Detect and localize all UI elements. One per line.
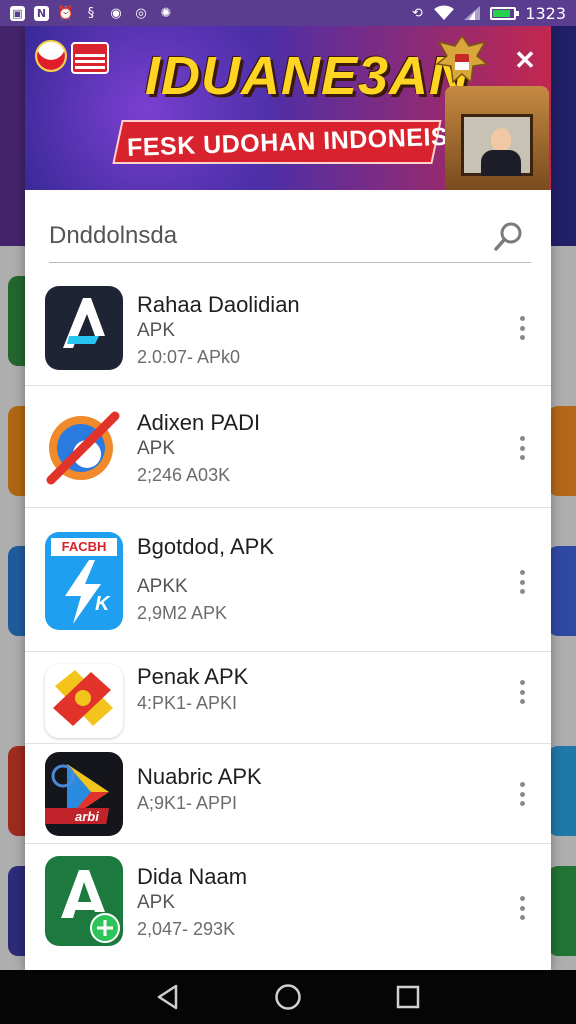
app-icon-a-green bbox=[45, 856, 123, 946]
status-bar: ▣ N ⏰ § ◉ ◎ ✺ ⟲ 1323 bbox=[0, 0, 576, 26]
alarm-icon: ⏰ bbox=[57, 5, 75, 21]
back-icon[interactable] bbox=[156, 984, 180, 1010]
app-meta: 2,9M2 APK bbox=[137, 603, 228, 623]
image-icon: ▣ bbox=[10, 5, 25, 21]
battery-icon bbox=[490, 6, 520, 20]
list-item[interactable]: Rahaa Daolidian APK 2.0:07- APk0 bbox=[25, 282, 551, 386]
app-icon-a bbox=[45, 286, 123, 370]
slot-person-suit bbox=[481, 150, 521, 176]
app-name: Adixen PADI bbox=[137, 410, 261, 435]
app-name: Bgotdod, APK bbox=[137, 534, 274, 559]
search-bar[interactable] bbox=[49, 210, 531, 263]
garuda-emblem-icon bbox=[435, 34, 489, 84]
app-icon-label: arbi bbox=[75, 809, 99, 824]
signal-icon bbox=[464, 6, 481, 20]
rotation-icon: ⟲ bbox=[411, 5, 423, 21]
media-icon: ◉ bbox=[110, 5, 122, 21]
search-icon[interactable] bbox=[493, 220, 525, 252]
more-options-icon[interactable] bbox=[519, 436, 525, 460]
back-button[interactable] bbox=[154, 983, 182, 1011]
flag-logo-icon bbox=[35, 40, 67, 72]
app-icon-circle-slash bbox=[45, 406, 123, 490]
search-input[interactable] bbox=[49, 222, 479, 250]
home-icon[interactable] bbox=[274, 983, 302, 1011]
home-button[interactable] bbox=[274, 983, 302, 1011]
app-meta: 2,047- 293K bbox=[137, 919, 236, 939]
close-button[interactable]: ✕ bbox=[511, 46, 539, 74]
navigation-bar bbox=[0, 970, 576, 1024]
more-options-icon[interactable] bbox=[519, 782, 525, 806]
more-options-icon[interactable] bbox=[519, 570, 525, 594]
more-options-icon[interactable] bbox=[519, 316, 525, 340]
app-meta: 2;246 A03K bbox=[137, 465, 231, 485]
app-picker-dialog: IDUANE3AN FESK UDOHAN INDONEISA ✕ Dnddol… bbox=[25, 26, 551, 970]
app-meta: 2.0:07- APk0 bbox=[137, 347, 241, 367]
slot-person-head bbox=[491, 128, 511, 152]
more-options-icon[interactable] bbox=[519, 680, 525, 704]
app-type: APK bbox=[137, 438, 176, 459]
banner-title: IDUANE3AN bbox=[145, 46, 470, 106]
app-type: APK bbox=[137, 892, 176, 913]
app-icon-lightning: FACBH K bbox=[45, 532, 123, 630]
recents-icon[interactable] bbox=[396, 985, 420, 1009]
app-name: Penak APK bbox=[137, 664, 249, 689]
list-item[interactable]: Penak APK 4:PK1- APKI bbox=[25, 652, 551, 744]
more-options-icon[interactable] bbox=[519, 896, 525, 920]
promo-banner[interactable]: IDUANE3AN FESK UDOHAN INDONEISA ✕ bbox=[25, 26, 551, 190]
status-bar-notifications: ▣ N ⏰ § ◉ ◎ ✺ bbox=[10, 5, 174, 21]
badge-logo-icon bbox=[71, 42, 109, 74]
list-item[interactable]: arbi Nuabric APK A;9K1- APPI bbox=[25, 744, 551, 844]
slot-machine-image bbox=[445, 86, 549, 190]
app-meta: A;9K1- APPI bbox=[137, 793, 238, 813]
list-item[interactable]: FACBH K Bgotdod, APK APKK 2,9M2 APK bbox=[25, 508, 551, 652]
app-icon-cross bbox=[45, 664, 123, 738]
sync-icon: § bbox=[87, 5, 95, 21]
app-name: Dida Naam bbox=[137, 864, 248, 889]
app-name: Nuabric APK bbox=[137, 764, 262, 789]
list-item[interactable]: Adixen PADI APK 2;246 A03K bbox=[25, 386, 551, 508]
app-meta: 4:PK1- APKI bbox=[137, 693, 238, 713]
status-bar-system: ⟲ 1323 bbox=[409, 4, 566, 23]
battery-level-fill bbox=[493, 9, 510, 17]
app-icon-play: arbi bbox=[45, 752, 123, 836]
app-type: APK bbox=[137, 320, 176, 341]
settings-icon: ✺ bbox=[160, 5, 172, 21]
wifi-icon bbox=[434, 5, 455, 20]
recents-button[interactable] bbox=[394, 983, 422, 1011]
list-item[interactable]: Dida Naam APK 2,047- 293K bbox=[25, 844, 551, 954]
status-time: 1323 bbox=[525, 3, 566, 23]
app-type: APKK bbox=[137, 576, 188, 597]
app-name: Rahaa Daolidian bbox=[137, 292, 300, 317]
instagram-icon: ◎ bbox=[135, 5, 147, 21]
news-icon: N bbox=[34, 5, 49, 21]
svg-text:K: K bbox=[95, 593, 111, 615]
